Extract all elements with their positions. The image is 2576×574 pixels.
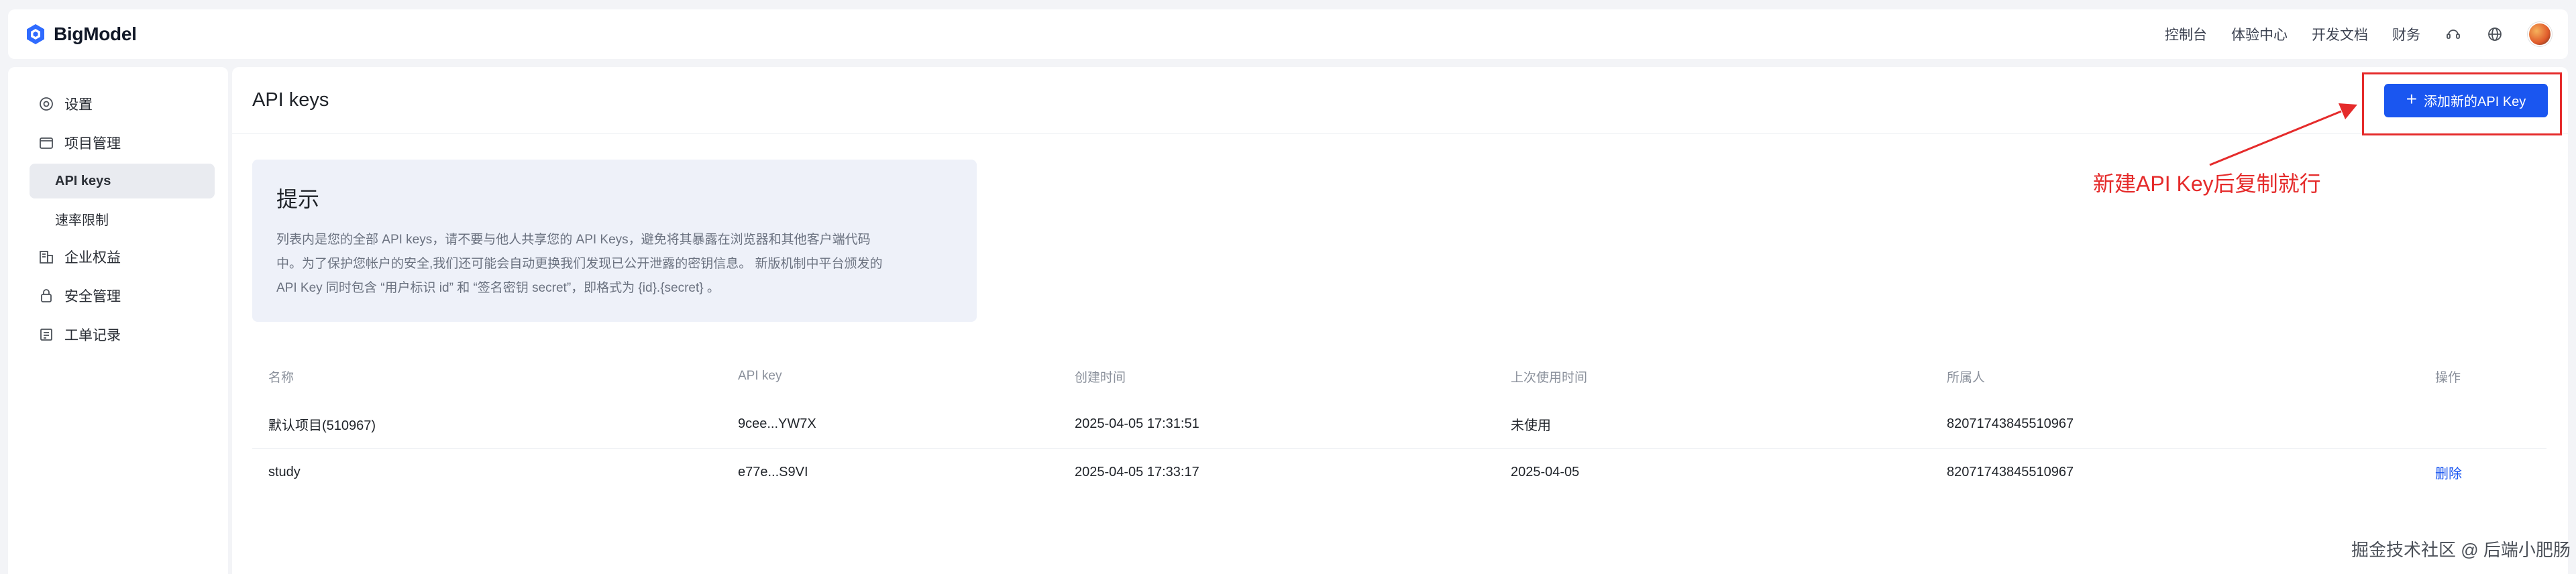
column-header-created: 创建时间: [1075, 370, 1126, 385]
sidebar-item-settings[interactable]: 设置: [21, 86, 215, 122]
sidebar-subitem-api-keys[interactable]: API keys: [30, 164, 215, 198]
table-header: 名称 API key 创建时间 上次使用时间 所属人 操作: [252, 353, 2546, 400]
avatar[interactable]: [2528, 22, 2552, 46]
column-header-name: 名称: [268, 370, 294, 385]
nav-console[interactable]: 控制台: [2165, 24, 2207, 44]
tip-line: API Key 同时包含 “用户标识 id” 和 “签名密钥 secret”，即…: [276, 281, 720, 295]
cell-created: 2025-04-05 17:31:51: [1075, 416, 1199, 431]
nav-dev-docs[interactable]: 开发文档: [2312, 24, 2368, 44]
sidebar-item-tickets[interactable]: 工单记录: [21, 317, 215, 353]
api-keys-table: 名称 API key 创建时间 上次使用时间 所属人 操作 默认项目(51096…: [252, 353, 2546, 496]
cell-last-used: 未使用: [1511, 418, 1551, 433]
bigmodel-logo-icon: [27, 24, 44, 44]
plus-icon: +: [2406, 89, 2418, 109]
settings-icon: [38, 95, 55, 113]
column-header-key: API key: [738, 369, 782, 383]
sidebar-item-label: 安全管理: [64, 289, 121, 304]
project-icon: [38, 134, 55, 152]
sidebar: 设置 项目管理 API keys 速率限制 企业权益 安全管理 工单记录: [8, 67, 228, 574]
delete-link[interactable]: 删除: [2435, 467, 2462, 481]
sidebar-item-enterprise[interactable]: 企业权益: [21, 239, 215, 275]
brand-name: BigModel: [54, 23, 137, 44]
sidebar-item-label: 企业权益: [64, 250, 121, 266]
column-header-last-used: 上次使用时间: [1511, 370, 1588, 385]
ticket-icon: [38, 326, 55, 343]
cell-name: study: [268, 465, 301, 479]
top-bar: BigModel 控制台 体验中心 开发文档 财务: [8, 9, 2568, 59]
watermark: 掘金技术社区 @ 后端小肥肠: [2351, 540, 2571, 560]
cell-key: 9cee...YW7X: [738, 416, 816, 431]
table-row: study e77e...S9VI 2025-04-05 17:33:17 20…: [252, 448, 2546, 496]
nav-finance[interactable]: 财务: [2392, 24, 2420, 44]
tip-body: 列表内是您的全部 API keys，请不要与他人共享您的 API Keys，避免…: [276, 228, 947, 300]
annotation-arrow: [2209, 103, 2357, 166]
tip-box: 提示 列表内是您的全部 API keys，请不要与他人共享您的 API Keys…: [252, 160, 977, 322]
tip-title: 提示: [276, 187, 320, 211]
table-row: 默认项目(510967) 9cee...YW7X 2025-04-05 17:3…: [252, 400, 2546, 448]
cell-last-used: 2025-04-05: [1511, 465, 1580, 479]
column-header-action: 操作: [2435, 370, 2461, 385]
sidebar-item-project[interactable]: 项目管理: [21, 125, 215, 161]
annotation-text: 新建API Key后复制就行: [2093, 172, 2321, 196]
column-header-owner: 所属人: [1947, 370, 1986, 385]
add-api-key-label: 添加新的API Key: [2424, 95, 2526, 109]
cell-name: 默认项目(510967): [268, 418, 376, 433]
tip-line: 中。为了保护您帐户的安全,我们还可能会自动更换我们发现已公开泄露的密钥信息。 新…: [276, 257, 883, 271]
sidebar-item-label: 设置: [64, 97, 93, 113]
cell-key: e77e...S9VI: [738, 465, 808, 479]
cell-owner: 82071743845510967: [1947, 416, 2074, 431]
tip-line: 列表内是您的全部 API keys，请不要与他人共享您的 API Keys，避免…: [276, 233, 871, 247]
top-nav: 控制台 体验中心 开发文档 财务: [2165, 22, 2552, 46]
cell-owner: 82071743845510967: [1947, 465, 2074, 479]
enterprise-icon: [38, 248, 55, 266]
page-title: API keys: [252, 89, 329, 111]
sidebar-subitem-rate-limit[interactable]: 速率限制: [30, 201, 215, 236]
brand[interactable]: BigModel: [24, 23, 137, 46]
add-api-key-button[interactable]: + 添加新的API Key: [2384, 83, 2548, 117]
globe-icon[interactable]: [2486, 25, 2504, 43]
sidebar-item-label: 工单记录: [64, 328, 121, 343]
nav-experience-center[interactable]: 体验中心: [2231, 24, 2288, 44]
support-icon[interactable]: [2445, 25, 2462, 43]
cell-created: 2025-04-05 17:33:17: [1075, 465, 1199, 479]
sidebar-item-security[interactable]: 安全管理: [21, 278, 215, 314]
sidebar-item-label: 项目管理: [64, 136, 121, 152]
lock-icon: [38, 287, 55, 304]
